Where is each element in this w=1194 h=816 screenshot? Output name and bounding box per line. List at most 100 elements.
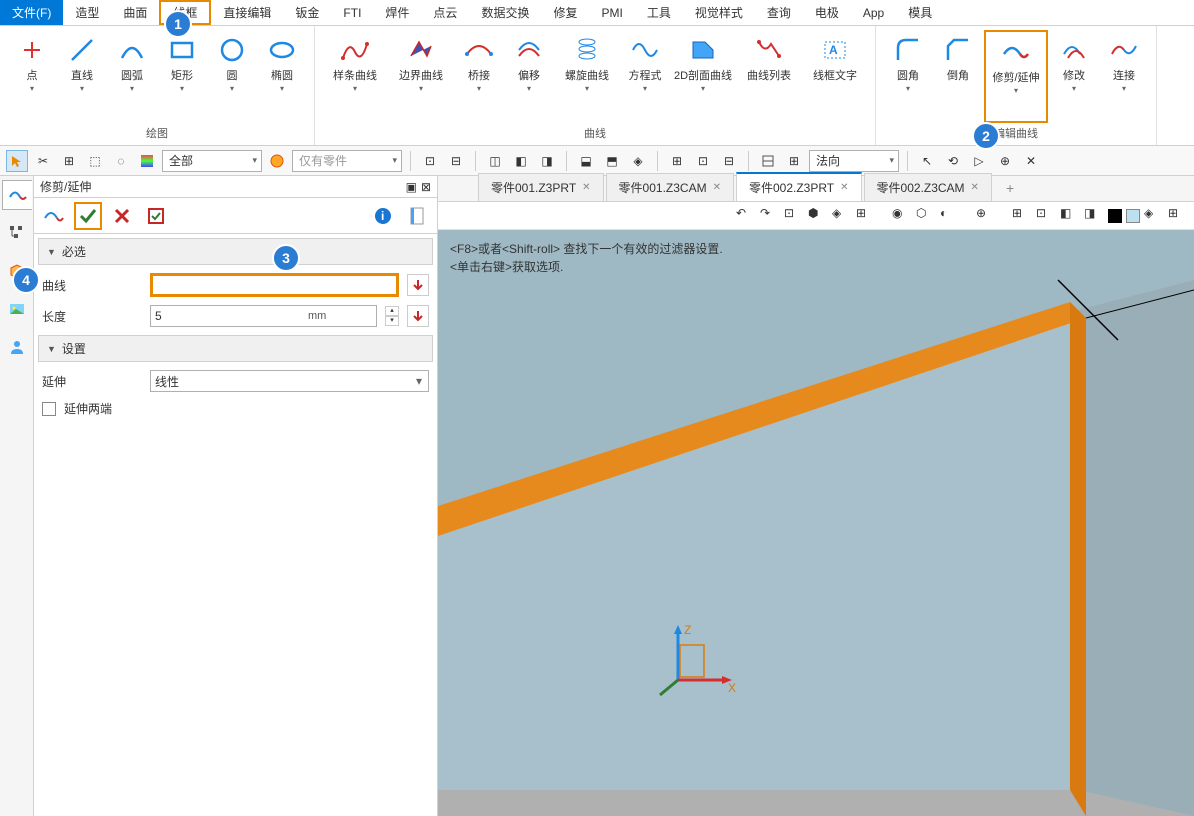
vtool[interactable]: ⊡ [784,206,804,226]
sidetab-tree[interactable] [2,218,32,248]
vtool[interactable]: ⊞ [1012,206,1032,226]
section-settings[interactable]: ▼设置 [38,335,433,362]
ribbon-chamfer[interactable]: 倒角 [934,30,982,123]
menu-item[interactable]: PMI [589,0,634,25]
qat-btn[interactable]: ◫ [484,150,506,172]
vtool[interactable] [1126,209,1140,223]
menu-item[interactable]: 点云 [421,0,469,25]
vtool[interactable]: ⊞ [856,206,876,226]
ribbon-modify[interactable]: 修改▾ [1050,30,1098,123]
vtool[interactable]: ⬡ [916,206,936,226]
menu-item[interactable]: 查询 [755,0,803,25]
qat-btn[interactable]: ⬚ [84,150,106,172]
qat-btn[interactable]: ⊡ [692,150,714,172]
cancel-button[interactable] [108,202,136,230]
ribbon-boundarycurve[interactable]: 边界曲线▾ [389,30,453,123]
menu-item[interactable]: 电极 [803,0,851,25]
qat-btn[interactable]: ◧ [510,150,532,172]
vtool[interactable]: ⊡ [1036,206,1056,226]
menu-file[interactable]: 文件(F) [0,0,63,25]
qat-btn[interactable]: ⊞ [666,150,688,172]
close-icon[interactable]: ✕ [971,182,979,193]
ribbon-trim-extend[interactable]: 修剪/延伸▾ [984,30,1048,123]
menu-item[interactable]: 钣金 [283,0,331,25]
select-tool[interactable] [6,150,28,172]
filter-select-2[interactable]: 仅有零件 [292,150,402,172]
vtool[interactable]: ⬢ [808,206,828,226]
qat-btn[interactable] [266,150,288,172]
sidetab-dialog[interactable] [2,180,32,210]
qat-btn[interactable]: ✂ [32,150,54,172]
ribbon-offset[interactable]: 偏移▾ [505,30,553,123]
qat-btn[interactable]: ◨ [536,150,558,172]
ribbon-wiretext[interactable]: A线框文字 [803,30,867,123]
vtool[interactable]: ◨ [1084,206,1104,226]
curve-input[interactable] [150,273,399,297]
close-icon[interactable]: ✕ [713,182,721,193]
length-spinner[interactable]: ▴▾ [385,306,399,326]
qat-btn[interactable]: ⊞ [58,150,80,172]
menu-item[interactable]: 数据交换 [469,0,541,25]
length-pick-button[interactable] [407,305,429,327]
panel-close-icon[interactable]: ⊠ [421,180,431,194]
help-button[interactable] [403,202,431,230]
qat-btn[interactable]: ⬓ [575,150,597,172]
ribbon-curvelist[interactable]: 曲线列表 [737,30,801,123]
doc-tab[interactable]: 零件001.Z3PRT✕ [478,173,604,201]
ribbon-line[interactable]: 直线▾ [58,30,106,123]
section-required[interactable]: ▼必选 [38,238,433,265]
ribbon-point[interactable]: 点▾ [8,30,56,123]
sidetab-image[interactable] [2,294,32,324]
add-tab[interactable]: + [994,175,1026,201]
vtool[interactable]: ◐ [940,206,960,226]
qat-btn[interactable]: ⟲ [942,150,964,172]
qat-btn[interactable]: ⊞ [783,150,805,172]
qat-btn[interactable]: ⬒ [601,150,623,172]
curve-pick-button[interactable] [407,274,429,296]
qat-btn[interactable]: ⊟ [445,150,467,172]
menu-item[interactable]: 曲面 [111,0,159,25]
ribbon-2dsection[interactable]: 2D剖面曲线▾ [671,30,735,123]
qat-btn[interactable]: ◈ [627,150,649,172]
menu-item[interactable]: 模具 [896,0,944,25]
ribbon-connect[interactable]: 连接▾ [1100,30,1148,123]
menu-item[interactable]: 直接编辑 [211,0,283,25]
qat-cursor[interactable]: ↖ [916,150,938,172]
qat-play[interactable]: ▷ [968,150,990,172]
close-icon[interactable]: ✕ [582,182,590,193]
qat-btn[interactable]: ⊕ [994,150,1016,172]
filter-select[interactable]: 全部 [162,150,262,172]
qat-btn[interactable]: ⊡ [419,150,441,172]
ok-button[interactable] [74,202,102,230]
menu-item[interactable]: 工具 [635,0,683,25]
ribbon-bridge[interactable]: 桥接▾ [455,30,503,123]
ribbon-spline[interactable]: 样条曲线▾ [323,30,387,123]
vtool[interactable]: ◈ [832,206,852,226]
close-icon[interactable]: ✕ [840,182,848,193]
qat-btn[interactable]: ✕ [1020,150,1042,172]
menu-item[interactable]: 焊件 [373,0,421,25]
qat-btn[interactable]: ◌ [110,150,132,172]
both-ends-checkbox[interactable] [42,402,56,416]
length-input[interactable]: 5mm [150,305,377,327]
3d-canvas[interactable]: Z X <F8>或者<Shift-roll> 查找下一个有效的过滤器设置. <单… [438,230,1194,816]
ribbon-rect[interactable]: 矩形▾ [158,30,206,123]
menu-item[interactable]: 视觉样式 [683,0,755,25]
ribbon-circle[interactable]: 圆▾ [208,30,256,123]
vtool[interactable]: ↷ [760,206,780,226]
doc-tab[interactable]: 零件001.Z3CAM✕ [606,173,734,201]
menu-item[interactable]: 修复 [541,0,589,25]
ribbon-fillet[interactable]: 圆角▾ [884,30,932,123]
menu-item[interactable]: FTI [331,0,373,25]
doc-tab-active[interactable]: 零件002.Z3PRT✕ [736,172,862,201]
ribbon-equation[interactable]: 方程式▾ [621,30,669,123]
vtool[interactable]: ⊕ [976,206,996,226]
menu-item[interactable]: App [851,0,896,25]
info-button[interactable]: i [369,202,397,230]
qat-btn[interactable]: ⊟ [718,150,740,172]
ribbon-ellipse[interactable]: 椭圆▾ [258,30,306,123]
panel-pin-icon[interactable]: ▣ [406,180,417,194]
sidetab-user[interactable] [2,332,32,362]
vtool[interactable] [1108,209,1122,223]
vtool[interactable]: ↶ [736,206,756,226]
